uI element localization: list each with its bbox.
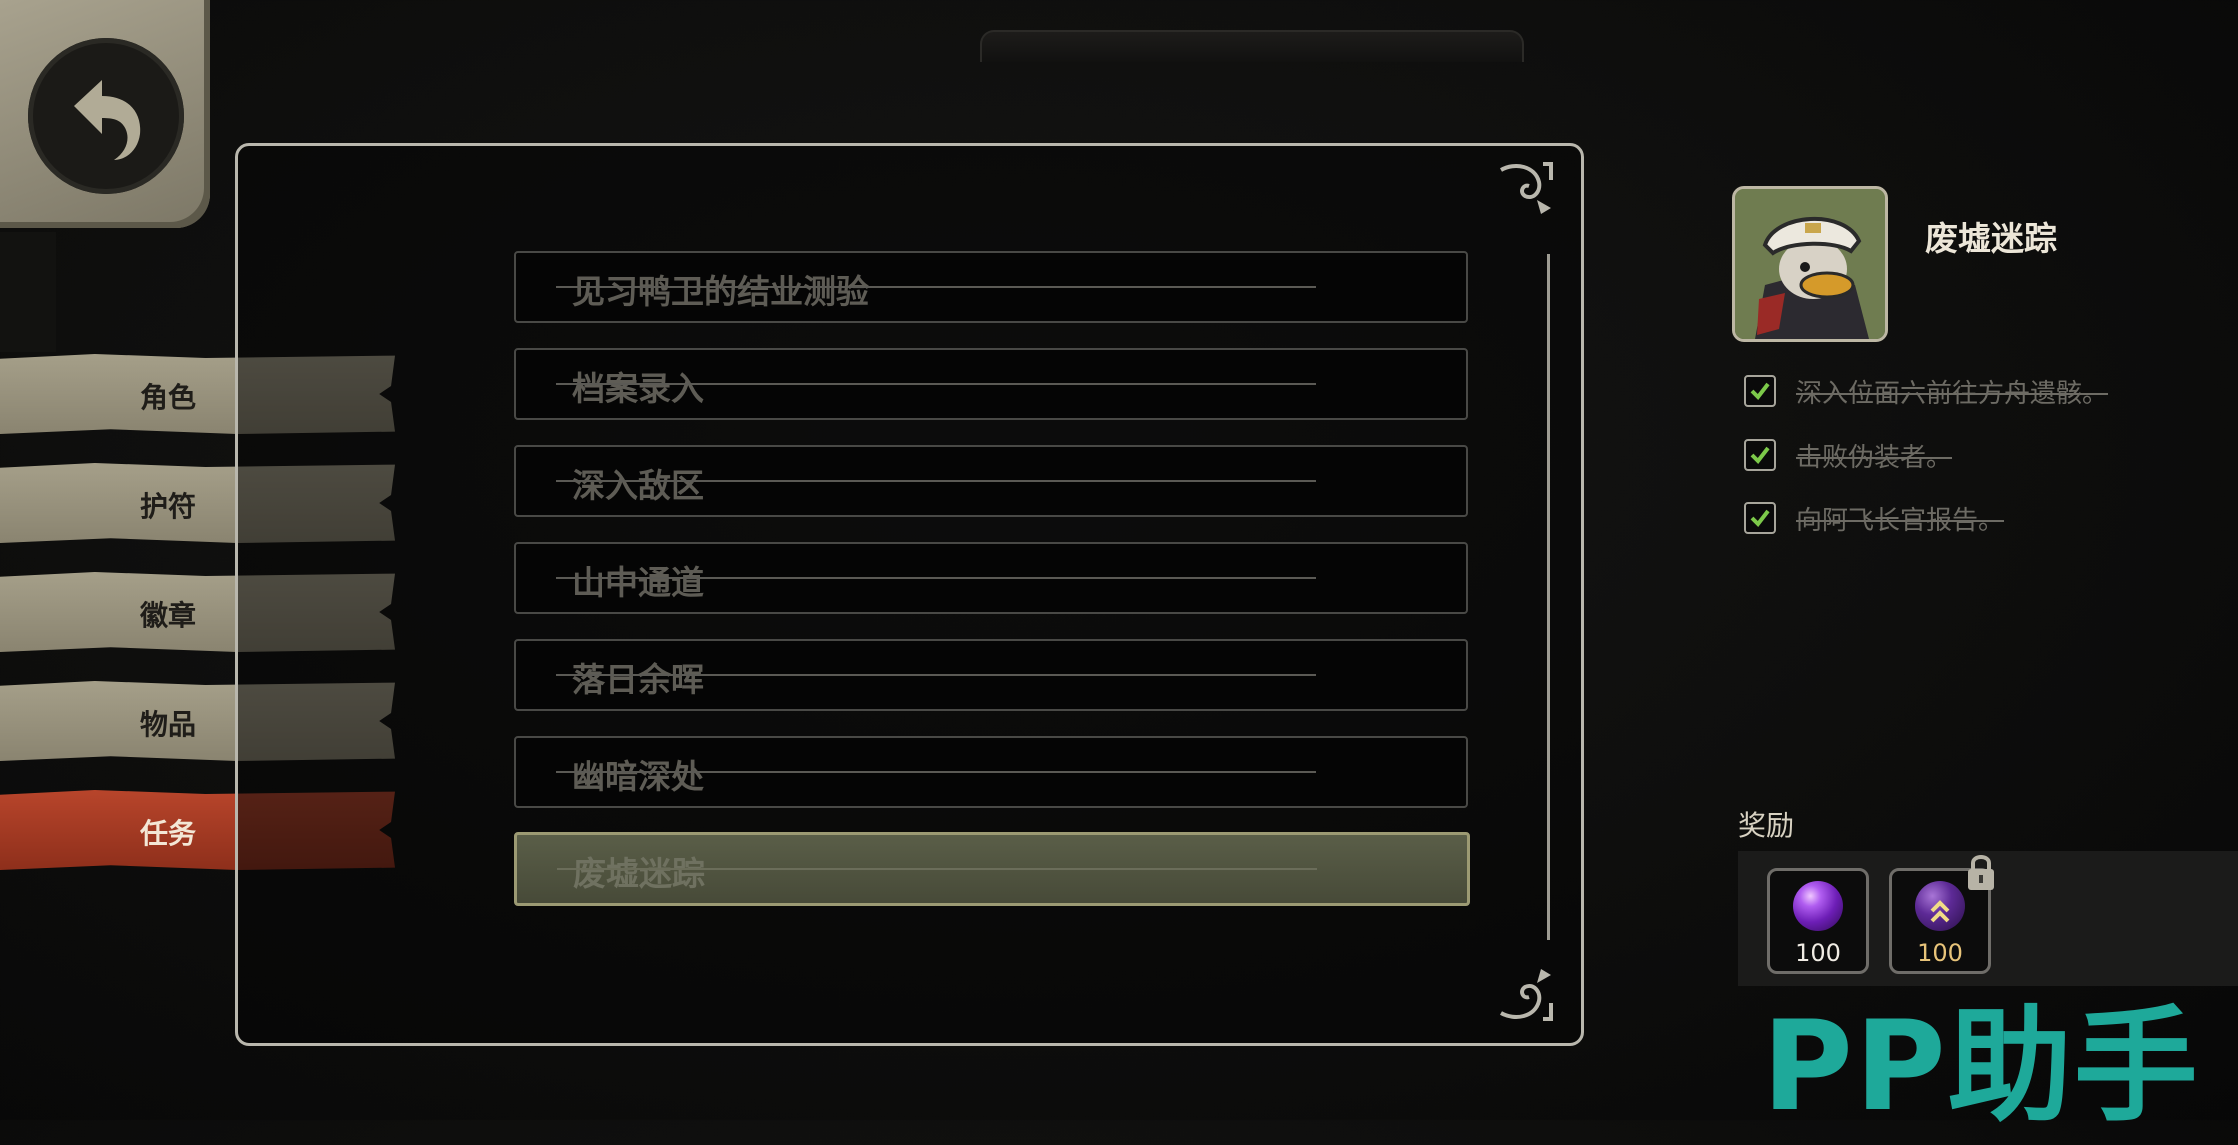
quest-title: 废墟迷踪 — [1925, 219, 2057, 258]
objective-text: 深入位面六前往方舟遗骸。 — [1796, 379, 2109, 409]
strikethrough-line — [556, 480, 1316, 482]
background-pipe — [0, 232, 56, 352]
quest-row[interactable]: 档案录入 — [514, 348, 1468, 420]
quest-row[interactable]: 落日余晖 — [514, 639, 1468, 711]
strikethrough-line — [556, 383, 1316, 385]
watermark-logo: PP助手 — [1762, 995, 2200, 1139]
quest-giver-portrait — [1732, 186, 1888, 342]
quest-row-selected[interactable]: 废墟迷踪 — [514, 832, 1470, 906]
reward-count: 100 — [1795, 939, 1841, 967]
tab-label: 护符 — [140, 490, 197, 523]
quest-label: 幽暗深处 — [572, 757, 704, 796]
scrollbar[interactable] — [1547, 254, 1550, 940]
lock-icon — [1968, 855, 1994, 890]
strikethrough-line — [556, 771, 1316, 773]
corner-ornament-icon — [1500, 162, 1553, 214]
quest-row[interactable]: 深入敌区 — [514, 445, 1468, 517]
quest-label: 废墟迷踪 — [573, 854, 705, 893]
checkbox-checked-icon — [1744, 375, 1776, 407]
strikethrough-line — [556, 286, 1316, 288]
tab-label: 任务 — [140, 817, 197, 850]
reward-item[interactable]: 100 — [1767, 868, 1869, 974]
corner-ornament-icon — [1500, 969, 1553, 1021]
quest-label: 山中通道 — [572, 563, 704, 602]
strikethrough-line — [556, 577, 1316, 579]
objective-text: 击败伪装者。 — [1796, 443, 1953, 473]
objective-text: 向阿飞长官报告。 — [1796, 506, 2005, 536]
checkbox-checked-icon — [1744, 439, 1776, 471]
checkbox-checked-icon — [1744, 502, 1776, 534]
tab-label: 物品 — [140, 708, 197, 741]
quest-label: 档案录入 — [572, 369, 704, 408]
quest-label: 落日余晖 — [572, 660, 704, 699]
purple-orb-icon — [1793, 881, 1843, 931]
back-button[interactable] — [0, 0, 210, 228]
quest-row[interactable]: 幽暗深处 — [514, 736, 1468, 808]
rewards-heading: 奖励 — [1738, 809, 1795, 842]
purple-orb-upgrade-icon — [1915, 881, 1965, 931]
back-arrow-icon — [28, 38, 184, 194]
quest-label: 深入敌区 — [572, 466, 704, 505]
quest-label: 见习鸭卫的结业测验 — [572, 272, 869, 311]
strikethrough-line — [556, 674, 1316, 676]
reward-count: 100 — [1917, 939, 1963, 967]
tab-label: 角色 — [140, 381, 197, 414]
top-frame-decoration — [980, 30, 1524, 62]
tab-label: 徽章 — [140, 599, 197, 632]
quest-row[interactable]: 见习鸭卫的结业测验 — [514, 251, 1468, 323]
strikethrough-line — [557, 868, 1317, 870]
quest-row[interactable]: 山中通道 — [514, 542, 1468, 614]
